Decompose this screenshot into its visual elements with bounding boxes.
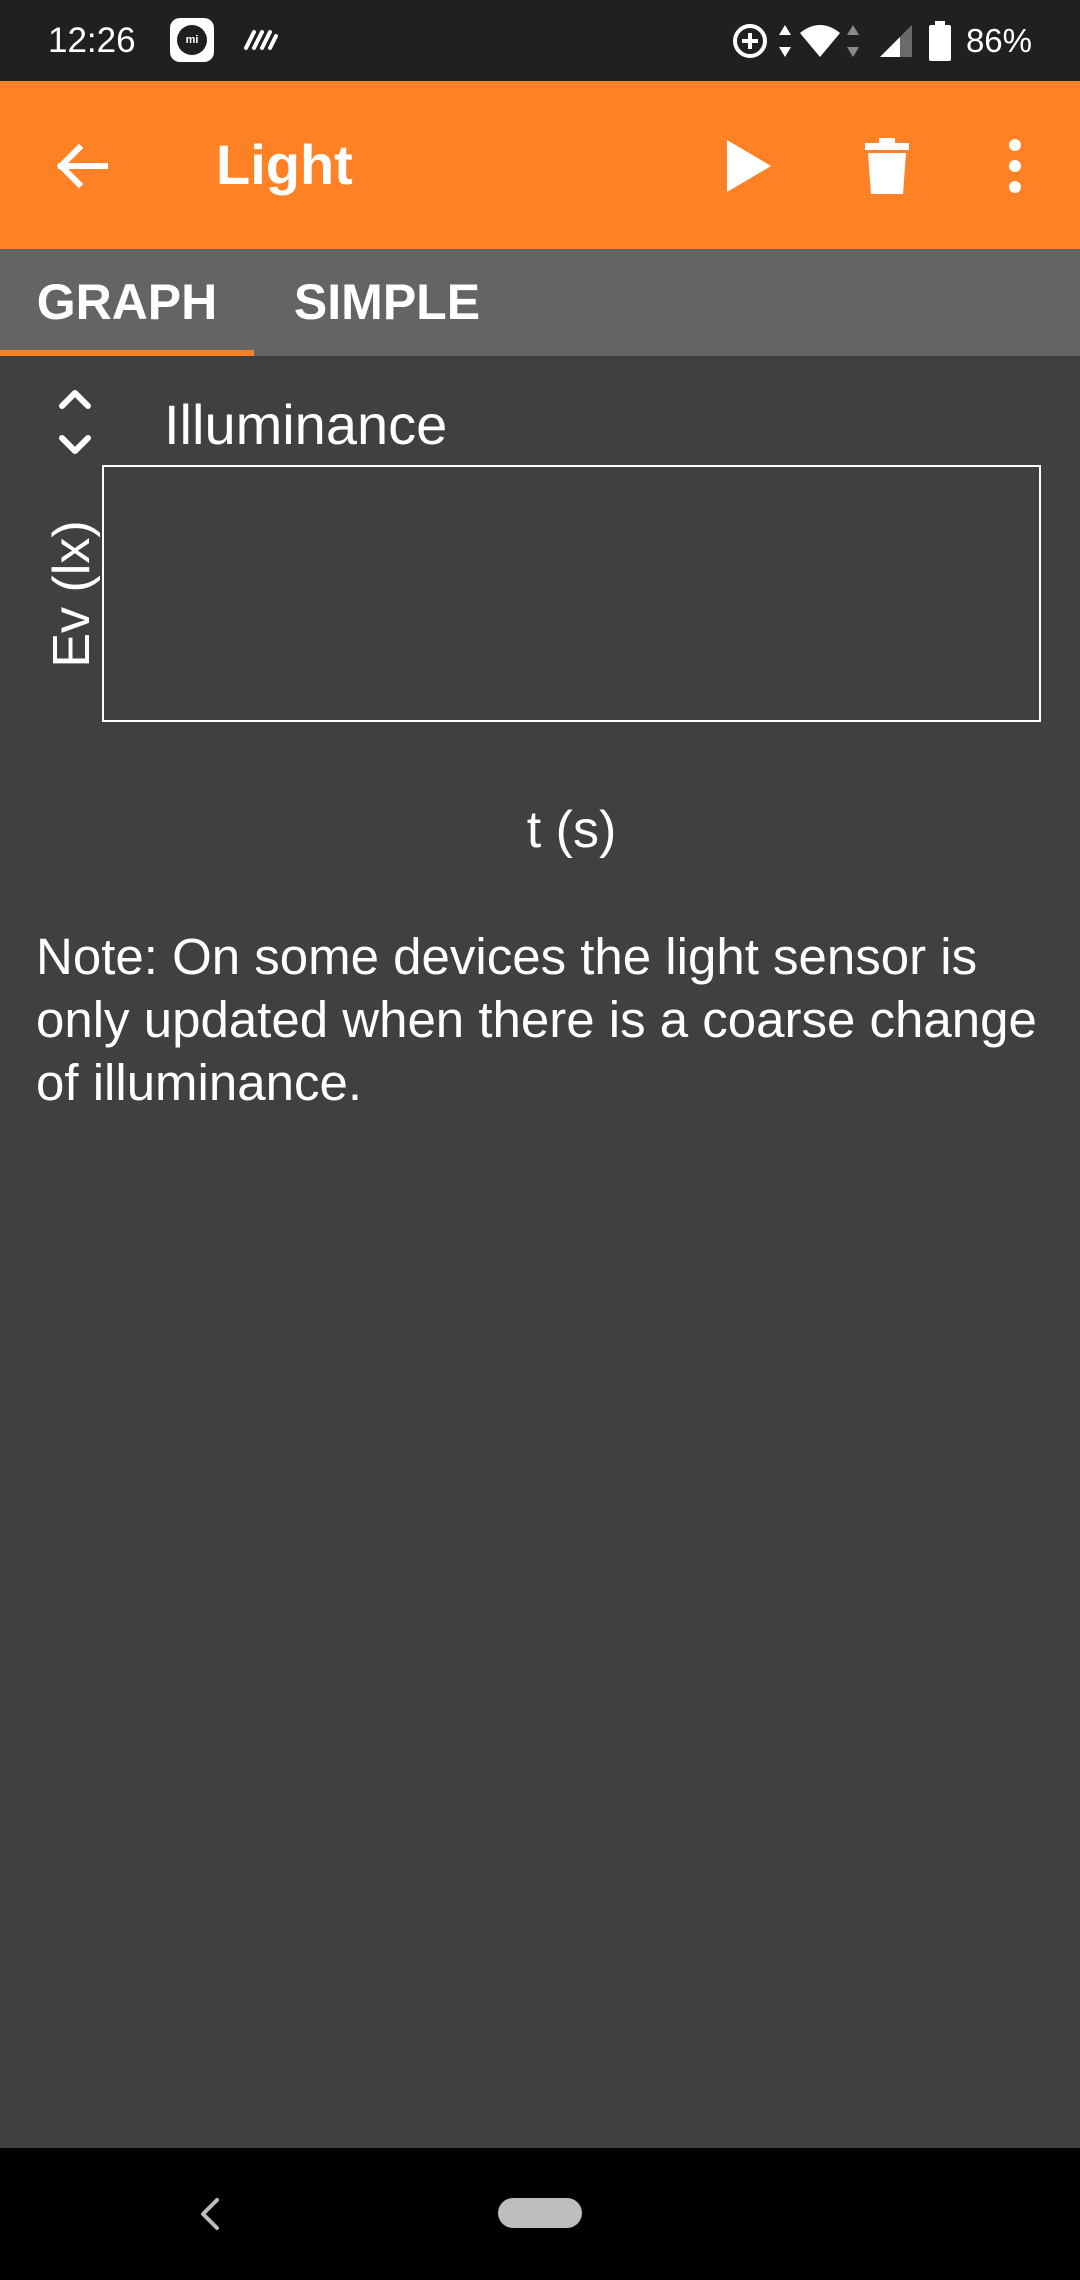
data-saver-icon bbox=[732, 23, 767, 58]
x-axis-label: t (s) bbox=[526, 801, 617, 859]
plot-area[interactable] bbox=[102, 465, 1041, 722]
play-button[interactable] bbox=[704, 121, 794, 211]
tab-simple[interactable]: SIMPLE bbox=[254, 249, 520, 356]
nav-back-button[interactable] bbox=[180, 2184, 240, 2244]
back-arrow-icon bbox=[56, 143, 108, 189]
trash-icon bbox=[865, 138, 909, 194]
cell-signal-icon bbox=[879, 24, 912, 57]
page-title: Light bbox=[216, 133, 353, 196]
tab-graph[interactable]: GRAPH bbox=[0, 249, 254, 356]
graph-title: Illuminance bbox=[164, 393, 448, 456]
navigation-bar bbox=[0, 2148, 1080, 2280]
tab-bar: GRAPH SIMPLE bbox=[0, 249, 1080, 356]
expand-graph-button[interactable] bbox=[50, 384, 100, 460]
more-options-button[interactable] bbox=[970, 121, 1060, 211]
back-button[interactable] bbox=[36, 121, 126, 211]
app-bar: Light bbox=[0, 81, 1080, 249]
delete-button[interactable] bbox=[842, 121, 932, 211]
status-time: 12:26 bbox=[48, 21, 136, 60]
home-pill[interactable] bbox=[498, 2198, 582, 2228]
sensor-note: Note: On some devices the light sensor i… bbox=[36, 928, 1037, 1111]
mi-badge-label: mi bbox=[177, 25, 207, 55]
y-axis-label: Ev (lx) bbox=[43, 520, 101, 668]
status-icons: 86% bbox=[730, 0, 1080, 81]
wifi-icon bbox=[799, 24, 840, 57]
nav-back-icon bbox=[201, 2198, 219, 2230]
notification-icon bbox=[244, 30, 278, 50]
battery-icon bbox=[928, 20, 951, 61]
screen: 12:26 mi 86% Light GRAPH SIMPLE Illumina… bbox=[0, 0, 1080, 2280]
more-vert-icon bbox=[1009, 139, 1021, 193]
unfold-more-icon bbox=[59, 390, 91, 454]
status-bar: 12:26 mi 86% bbox=[0, 0, 1080, 81]
data-arrows-icon bbox=[778, 24, 791, 57]
wifi-arrows-icon bbox=[846, 24, 859, 57]
play-icon bbox=[727, 140, 771, 192]
tab-selected-indicator bbox=[0, 350, 254, 356]
mi-icon: mi bbox=[170, 18, 214, 62]
battery-percent: 86% bbox=[965, 21, 1032, 59]
